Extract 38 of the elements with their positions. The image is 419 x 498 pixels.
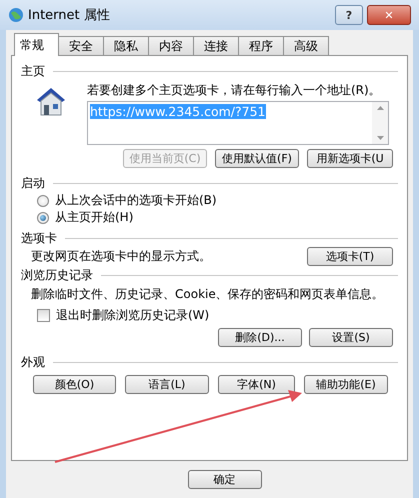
- tab[interactable]: 高级: [283, 36, 329, 55]
- tab[interactable]: 常规: [14, 33, 59, 56]
- globe-icon: [8, 7, 24, 23]
- group-title: 主页: [21, 62, 45, 80]
- tab[interactable]: 连接: [193, 36, 239, 55]
- description-text: 删除临时文件、历史记录、Cookie、保存的密码和网页表单信息。: [30, 286, 385, 303]
- url-text: https://www.2345.com/?751: [90, 104, 266, 119]
- radio-button[interactable]: [37, 194, 49, 206]
- instruction-text: 若要创建多个主页选项卡，请在每行输入一个地址(R)。: [87, 82, 382, 99]
- group-title: 选项卡: [21, 230, 57, 246]
- group-title: 外观: [21, 354, 45, 370]
- tab[interactable]: 程序: [238, 36, 284, 55]
- button[interactable]: 语言(L): [125, 375, 209, 394]
- scroll-down-icon[interactable]: [376, 136, 384, 140]
- tab[interactable]: 安全: [58, 36, 104, 55]
- tab[interactable]: 隐私: [103, 36, 149, 55]
- tab[interactable]: 内容: [148, 36, 194, 55]
- button[interactable]: 设置(S): [309, 328, 393, 347]
- help-button[interactable]: ?: [335, 5, 363, 25]
- checkbox[interactable]: [37, 309, 50, 322]
- checkbox-label: 退出时删除浏览历史记录(W): [56, 307, 210, 324]
- window-title: Internet 属性: [28, 7, 111, 24]
- group-title: 浏览历史记录: [21, 266, 93, 284]
- button[interactable]: 辅助功能(E): [304, 375, 388, 394]
- description-text: 更改网页在选项卡中的显示方式。: [31, 248, 211, 265]
- button[interactable]: 选项卡(T): [307, 247, 393, 266]
- button[interactable]: 删除(D)...: [218, 328, 302, 347]
- house-icon: [35, 86, 67, 116]
- button[interactable]: 用新选项卡(U: [307, 149, 393, 168]
- button[interactable]: 使用默认值(F): [215, 149, 299, 168]
- button[interactable]: 颜色(O): [33, 375, 116, 394]
- button[interactable]: 字体(N): [218, 375, 295, 394]
- radio-label: 从上次会话中的选项卡开始(B): [55, 192, 217, 209]
- scroll-up-icon[interactable]: [376, 106, 384, 110]
- radio-button[interactable]: [37, 212, 49, 224]
- button[interactable]: 确定: [188, 470, 262, 488]
- radio-label: 从主页开始(H): [55, 209, 134, 226]
- group-title: 启动: [21, 174, 45, 192]
